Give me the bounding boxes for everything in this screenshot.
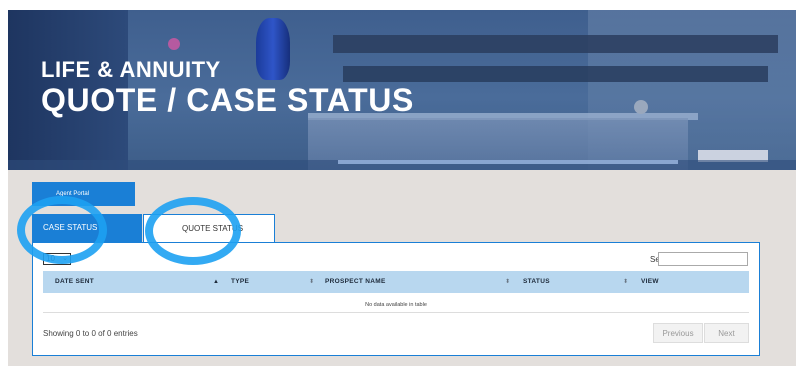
table-header-row: DATE SENT ▲ TYPE ⬍ PROSPECT NAME ⬍ STATU… [43,271,749,293]
sort-icon: ⬍ [505,279,511,285]
previous-page-button[interactable]: Previous [653,323,703,343]
sort-ascending-icon: ▲ [213,279,219,285]
hero-banner: LIFE & ANNUITY QUOTE / CASE STATUS [8,10,796,170]
hero-subtitle: LIFE & ANNUITY [41,57,221,82]
column-header-type[interactable]: TYPE [231,271,249,293]
case-status-table-panel: 10 ⌄ Search: DATE SENT ▲ TYPE ⬍ PROSPECT… [32,242,760,356]
page-background: LIFE & ANNUITY QUOTE / CASE STATUS Agent… [8,10,796,366]
hero-wall-panel [333,35,778,53]
annotation-circle [145,197,241,265]
hero-vase-image [256,18,290,80]
column-header-status[interactable]: STATUS [523,271,550,293]
column-header-date-sent[interactable]: DATE SENT [55,271,94,293]
sort-icon: ⬍ [309,279,315,285]
sort-icon: ⬍ [623,279,629,285]
table-info: Showing 0 to 0 of 0 entries [43,329,138,338]
empty-table-message: No data available in table [43,297,749,313]
hero-wall-panel [343,66,768,82]
page-title: QUOTE / CASE STATUS [41,82,414,118]
search-input[interactable] [658,252,748,266]
column-header-prospect-name[interactable]: PROSPECT NAME [325,271,386,293]
column-header-view[interactable]: VIEW [641,271,659,293]
next-page-button[interactable]: Next [704,323,749,343]
annotation-circle [17,196,107,264]
hero-sculpture-image [634,100,648,114]
hero-light-strip [338,160,678,164]
hero-flower-image [168,38,180,50]
